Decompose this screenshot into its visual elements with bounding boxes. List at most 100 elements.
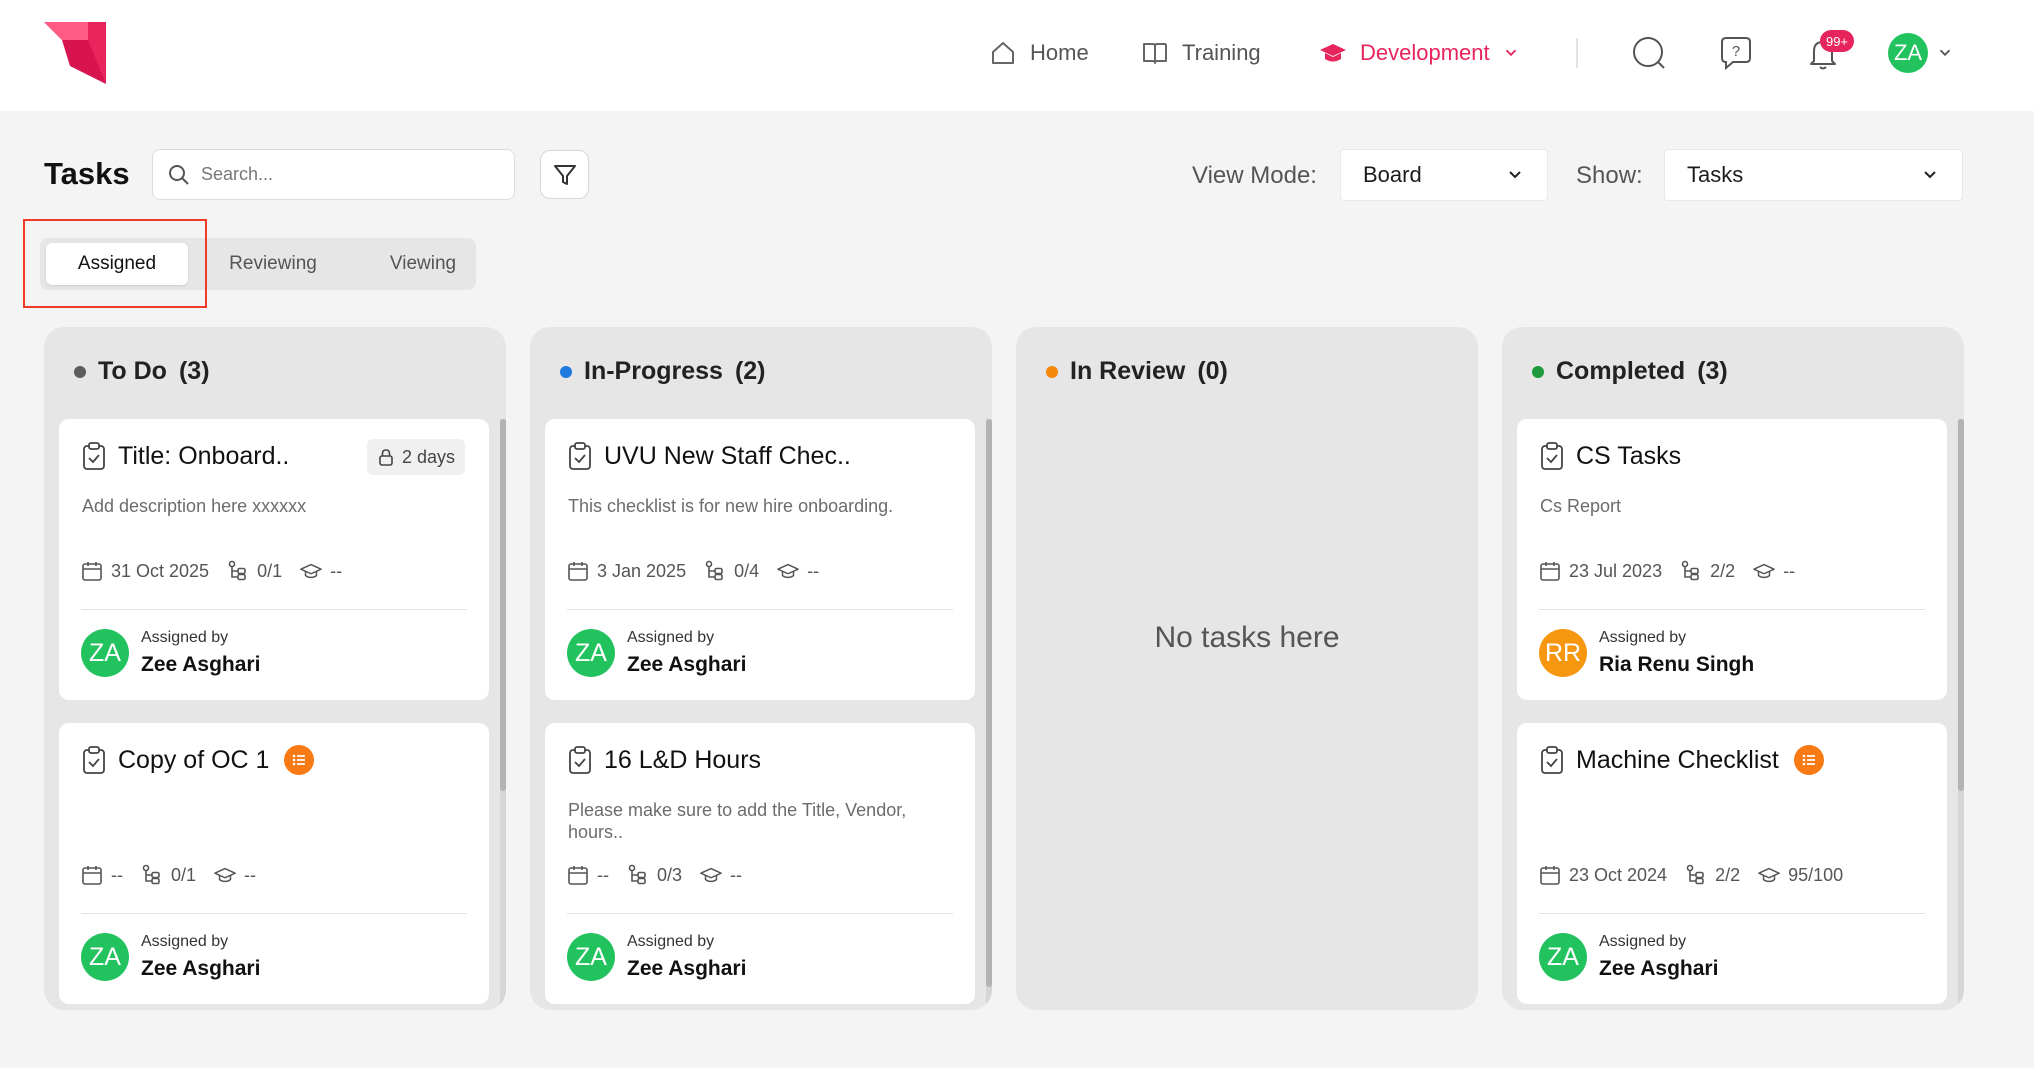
column-in-progress: In-Progress (2) UVU New Staff Chec.. Thi… [530, 327, 992, 1010]
tab-viewing[interactable]: Viewing [358, 243, 488, 285]
meta-date: -- [81, 864, 123, 886]
assigner-name: Zee Asghari [1599, 957, 1719, 980]
meta-score: -- [214, 864, 256, 886]
search-icon [169, 164, 189, 185]
status-dot [1046, 365, 1058, 378]
show-value: Tasks [1687, 162, 1744, 187]
search-box[interactable] [152, 149, 515, 200]
card-meta: 23 Oct 2024 2/2 95/100 [1539, 864, 1861, 886]
user-avatar: ZA [1888, 33, 1928, 73]
chevron-down-icon [1924, 171, 1936, 179]
task-card[interactable]: Copy of OC 1 -- 0/1 -- ZA Assigned by Zee… [59, 723, 489, 1004]
card-assignee: ZA Assigned by Zee Asghari [81, 933, 260, 981]
task-card[interactable]: 16 L&D Hours Please make sure to add the… [545, 723, 975, 1004]
home-icon [992, 42, 1014, 64]
task-card[interactable]: Machine Checklist 23 Oct 2024 2/2 95/100… [1517, 723, 1947, 1004]
assigned-by-label: Assigned by [1599, 629, 1687, 646]
score-value: -- [730, 864, 743, 885]
chevron-down-icon [1505, 49, 1516, 57]
graduation-cap-icon [777, 563, 799, 579]
scrollbar-thumb[interactable] [1958, 419, 1964, 791]
user-menu[interactable]: ZA [1888, 33, 1954, 73]
task-card[interactable]: CS Tasks Cs Report 23 Jul 2023 2/2 -- RR… [1517, 419, 1947, 700]
column-title: Completed [1556, 357, 1686, 385]
notification-count-badge: 99+ [1820, 30, 1854, 52]
nav-home[interactable]: Home [988, 36, 1089, 70]
clipboard-check-icon [569, 746, 591, 774]
card-description: Cs Report [1540, 496, 1622, 516]
column-header: In Review (0) [1046, 357, 1228, 386]
calendar-icon [1540, 562, 1560, 581]
card-title-row: 16 L&D Hours [567, 745, 761, 775]
clipboard-check-icon [83, 442, 105, 470]
scrollbar[interactable] [986, 419, 992, 1010]
score-value: -- [244, 864, 257, 885]
graduation-cap-icon [300, 563, 322, 579]
help-button[interactable]: ? [1717, 34, 1755, 72]
card-title: UVU New Staff Chec.. [604, 441, 851, 470]
assigned-by-label: Assigned by [627, 933, 715, 950]
meta-score: -- [777, 560, 819, 582]
nav-divider [1576, 38, 1578, 68]
meta-date: 23 Jul 2023 [1539, 560, 1662, 582]
clipboard-check-icon [83, 746, 105, 774]
column-count: (0) [1197, 357, 1228, 385]
task-card[interactable]: Title: Onboard.. 2 days Add description … [59, 419, 489, 700]
steps-value: 0/1 [171, 864, 197, 885]
task-card[interactable]: UVU New Staff Chec.. This checklist is f… [545, 419, 975, 700]
assigner-avatar: ZA [567, 933, 615, 981]
subtasks-icon [1681, 560, 1699, 581]
card-title: 16 L&D Hours [604, 745, 762, 774]
column-header: To Do (3) [74, 357, 210, 386]
assigner-avatar: ZA [1539, 933, 1587, 981]
card-title-row: Title: Onboard.. [81, 441, 289, 471]
assigner-name: Zee Asghari [627, 957, 747, 980]
score-value: 95/100 [1788, 864, 1844, 885]
top-navigation-bar: Home Training Development ? 99+ ZA [0, 0, 2034, 111]
nav-training-label: Training [1182, 40, 1261, 65]
nav-development-label: Development [1360, 40, 1490, 65]
scrollbar-thumb[interactable] [986, 419, 992, 987]
subtasks-icon [142, 864, 160, 885]
search-input[interactable] [201, 164, 491, 185]
score-value: -- [1783, 560, 1796, 581]
app-logo[interactable] [44, 22, 106, 84]
assigned-by-label: Assigned by [141, 933, 229, 950]
meta-score: 95/100 [1758, 864, 1843, 886]
column-completed: Completed (3) CS Tasks Cs Report 23 Jul … [1502, 327, 1964, 1010]
scrollbar-thumb[interactable] [500, 419, 506, 791]
steps-value: 0/3 [657, 864, 683, 885]
nav-training[interactable]: Training [1140, 36, 1261, 70]
view-mode-select[interactable]: Board [1340, 149, 1548, 201]
nav-development[interactable]: Development [1318, 36, 1520, 70]
column-title: In Review [1070, 357, 1186, 385]
search-button[interactable] [1630, 34, 1668, 72]
assigner-avatar: ZA [81, 629, 129, 677]
card-description: This checklist is for new hire onboardin… [568, 496, 894, 516]
tab-reviewing[interactable]: Reviewing [208, 243, 338, 285]
meta-date: 3 Jan 2025 [567, 560, 686, 582]
subtasks-icon [705, 560, 723, 581]
card-assignee: ZA Assigned by Zee Asghari [81, 629, 260, 677]
show-label: Show: [1576, 162, 1643, 189]
status-dot [1532, 365, 1544, 378]
checklist-badge-icon [284, 745, 315, 775]
scrollbar[interactable] [1958, 419, 1964, 1010]
card-title: CS Tasks [1576, 441, 1682, 470]
assigner-name: Zee Asghari [141, 653, 261, 676]
filter-button[interactable] [540, 150, 589, 199]
search-icon [1633, 37, 1665, 69]
date-value: 23 Jul 2023 [1569, 560, 1663, 581]
highlight-annotation [23, 219, 207, 308]
show-select[interactable]: Tasks [1664, 149, 1963, 201]
page-title: Tasks [44, 156, 130, 191]
status-dot [74, 365, 86, 378]
card-title: Machine Checklist [1576, 745, 1779, 774]
calendar-icon [568, 562, 588, 581]
empty-state-message: No tasks here [1154, 621, 1340, 654]
column-in-review: In Review (0) No tasks here [1016, 327, 1478, 1010]
scrollbar[interactable] [500, 419, 506, 1010]
card-assignee: ZA Assigned by Zee Asghari [567, 629, 746, 677]
card-divider [567, 913, 953, 914]
book-icon [1143, 43, 1167, 64]
